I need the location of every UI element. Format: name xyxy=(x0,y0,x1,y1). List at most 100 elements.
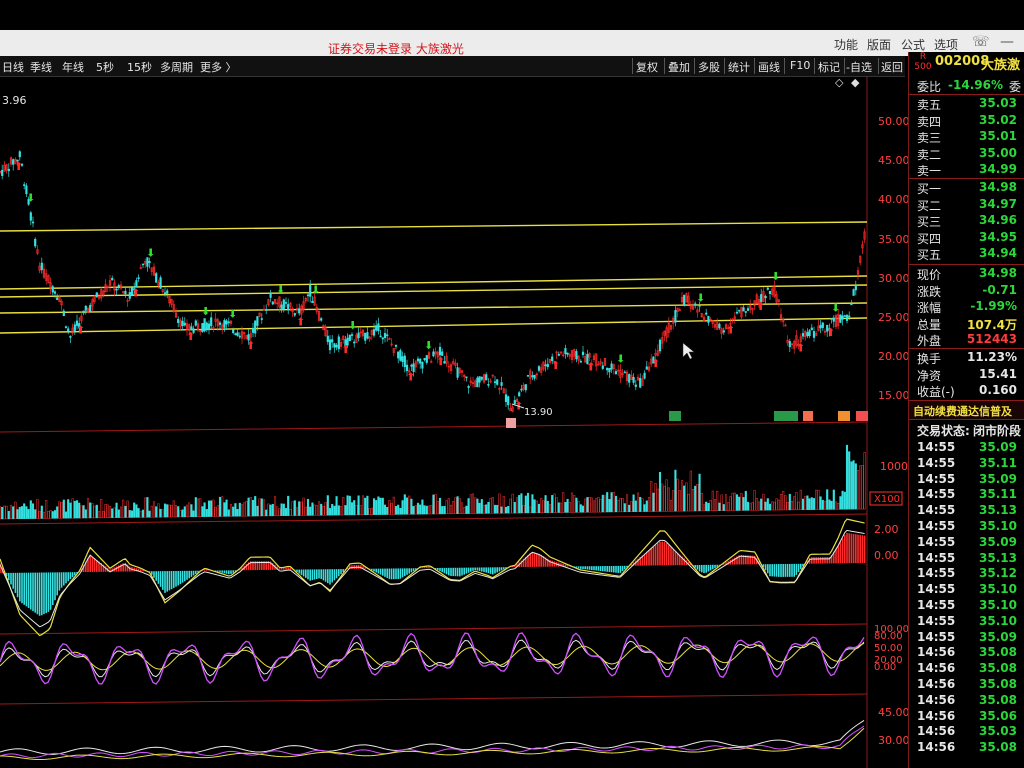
volume-bar xyxy=(293,500,296,516)
candle-body xyxy=(524,384,527,391)
volume-bar xyxy=(771,501,774,511)
candle-body xyxy=(465,376,468,379)
macd-bar xyxy=(786,563,789,577)
macd-bar xyxy=(91,556,94,572)
candle-body xyxy=(533,374,536,379)
volume-bar xyxy=(515,497,519,514)
candle-body xyxy=(581,351,585,356)
macd-bar xyxy=(819,557,822,564)
sell-arrow-icon: ⬇ xyxy=(311,284,320,297)
volume-bar xyxy=(372,498,376,515)
candle-body xyxy=(674,310,677,323)
volume-bar xyxy=(729,496,732,511)
diamond-icon[interactable]: ◇ xyxy=(835,76,844,89)
volume-bar xyxy=(480,499,483,514)
volume-bar xyxy=(432,494,435,515)
volume-bar xyxy=(113,507,116,518)
macd-bar xyxy=(38,572,41,616)
volume-bar xyxy=(185,504,189,518)
macd-bar xyxy=(71,572,74,578)
candle-body xyxy=(557,353,560,356)
volume-bar xyxy=(97,511,101,519)
volume-bar xyxy=(500,506,503,514)
volume-bar xyxy=(423,505,426,515)
volume-bar xyxy=(225,499,228,517)
macd-bar xyxy=(153,571,155,578)
macd-bar xyxy=(302,569,305,577)
vol-unit: X100 xyxy=(874,494,900,505)
minimize-icon[interactable]: — xyxy=(1000,34,1014,50)
macd-bar xyxy=(296,569,298,572)
volume-bar xyxy=(845,444,849,510)
macd-bar xyxy=(461,567,463,576)
candle-body xyxy=(819,324,822,329)
volume-bar xyxy=(328,508,332,516)
candle-body xyxy=(744,311,747,313)
volume-bar xyxy=(652,492,655,512)
macd-bar xyxy=(848,533,850,564)
diamond-icon-2[interactable]: ◆ xyxy=(851,76,860,89)
macd-line-dif xyxy=(0,518,865,637)
volume-bar xyxy=(839,496,842,510)
volume-bar xyxy=(819,496,822,510)
candle-body xyxy=(350,334,354,336)
candle-body xyxy=(372,329,376,336)
volume-bar xyxy=(520,493,523,514)
macd-bar xyxy=(773,564,776,577)
volume-bar xyxy=(551,495,554,513)
macd-bar xyxy=(591,566,593,571)
volume-bar xyxy=(804,496,807,510)
candle-body xyxy=(397,351,400,359)
macd-bar xyxy=(716,564,718,567)
candle-body xyxy=(375,325,378,331)
macd-bar xyxy=(844,534,846,564)
candle-body xyxy=(225,320,228,325)
candle-body xyxy=(227,321,230,324)
macd-bar xyxy=(30,572,32,610)
trade-row: 14:56 35.08 xyxy=(917,740,1017,755)
volume-bar xyxy=(16,509,19,520)
top-left-value: 3.96 xyxy=(2,94,27,107)
renew-banner[interactable]: 自动续费通达信普及 xyxy=(913,403,1012,419)
volume-bar xyxy=(144,497,147,518)
volume-bar xyxy=(694,485,697,512)
volume-bar xyxy=(647,496,651,512)
volume-bar xyxy=(460,502,464,514)
macd-bar xyxy=(331,569,333,583)
volume-bar xyxy=(595,498,598,513)
macd-bar xyxy=(731,558,734,565)
macd-bar xyxy=(564,564,567,567)
candle-body xyxy=(282,299,285,310)
volume-bar xyxy=(364,497,367,516)
candle-body xyxy=(801,333,805,337)
macd-bar xyxy=(118,565,120,572)
macd-bar xyxy=(582,566,584,570)
candle-body xyxy=(1,169,4,176)
volume-bar xyxy=(837,502,840,510)
volume-bar xyxy=(658,472,662,512)
volume-bar xyxy=(82,505,85,519)
menu-options[interactable]: 选项 xyxy=(934,36,958,53)
buy-arrow-icon: ⬆ xyxy=(651,357,660,370)
volume-bar xyxy=(115,502,118,518)
macd-bar xyxy=(472,567,474,571)
stat-row: 涨幅 -1.99% xyxy=(917,299,1017,315)
macd-bar xyxy=(621,565,624,572)
volume-bar xyxy=(491,497,494,514)
candle-body xyxy=(821,322,824,328)
macd-bar xyxy=(705,564,707,573)
volume-bar xyxy=(861,465,864,510)
volume-bar xyxy=(201,506,204,517)
volume-bar xyxy=(465,505,468,514)
help-icon[interactable]: ☏ xyxy=(972,34,990,50)
kline-chart[interactable]: 50.00 45.00 40.00 35.00 30.00 25.00 20.0… xyxy=(0,0,908,768)
candle-body xyxy=(7,168,10,172)
candle-body xyxy=(364,332,367,341)
volume-bar xyxy=(276,506,279,517)
macd-bar xyxy=(846,532,848,564)
macd-bar xyxy=(797,563,800,573)
macd-bar xyxy=(813,557,815,564)
candle-body xyxy=(746,308,750,311)
volume-bar xyxy=(623,503,626,513)
buy-arrow-icon: ⬆ xyxy=(586,361,595,374)
